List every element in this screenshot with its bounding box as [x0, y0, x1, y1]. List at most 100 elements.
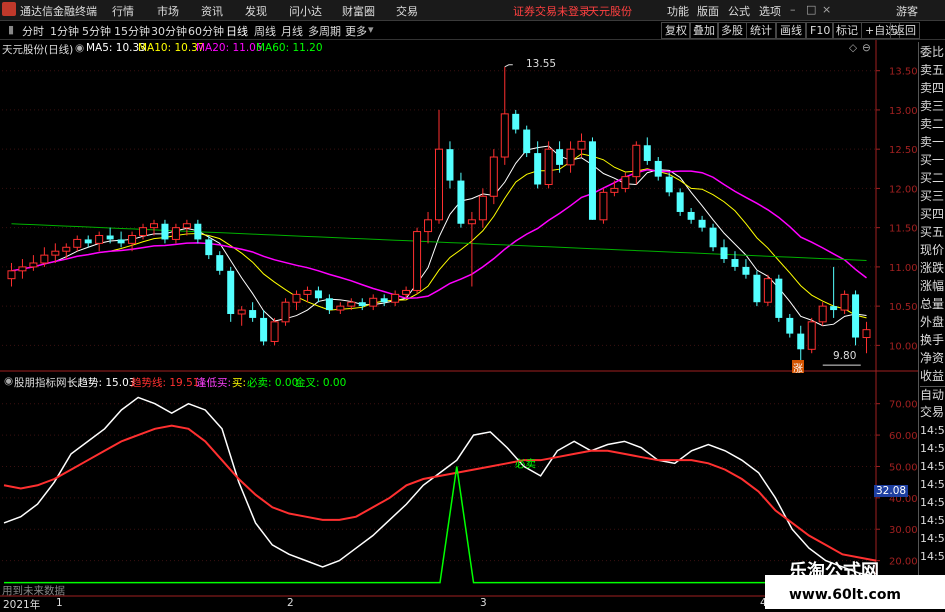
candle-body-up	[128, 235, 137, 244]
candle-body-down	[358, 302, 366, 307]
candle-body-down	[457, 180, 465, 224]
min-price-label: 9.80	[833, 350, 857, 362]
price-tick-label: 12.50	[889, 145, 918, 156]
candle-body-up	[621, 176, 630, 189]
candle-body-down	[797, 333, 805, 350]
must-sell-label: 必卖: 0.00	[247, 377, 299, 389]
candle-body-up	[40, 254, 49, 264]
rp-change-pct[interactable]: 涨幅	[920, 278, 945, 295]
max-marker	[504, 64, 513, 68]
indicator-line-1	[3, 424, 877, 562]
indicator-tick-label: 70.00	[889, 400, 918, 411]
rp-sell4[interactable]: 卖四	[920, 80, 945, 97]
diamond-icon[interactable]: ◇	[849, 42, 857, 54]
rp-sell3[interactable]: 卖三	[920, 98, 945, 115]
candle-body-up	[281, 301, 290, 323]
settings-circle-icon[interactable]: ◉	[75, 42, 84, 54]
candle-body-down	[588, 141, 596, 220]
candle-body-down	[249, 310, 257, 318]
indicator-line-2	[4, 466, 876, 584]
rp-time-7: 14:56	[920, 532, 945, 545]
candle-body-up	[369, 297, 378, 307]
candle-body-down	[534, 153, 542, 185]
rp-sell1[interactable]: 卖一	[920, 134, 945, 151]
ma5-label: MA5: 10.33	[86, 42, 146, 54]
rp-earnings[interactable]: 收益	[920, 368, 945, 385]
indicator-line-0	[3, 396, 877, 578]
candle-body-up	[149, 223, 158, 229]
rp-time-3: 14:56	[920, 460, 945, 473]
rp-buy3[interactable]: 买三	[920, 188, 945, 205]
price-panel-title: 天元股份(日线)	[2, 44, 74, 56]
rp-buy1[interactable]: 买一	[920, 152, 945, 169]
ma10-label: MA10: 10.37	[138, 42, 205, 54]
rp-sell5[interactable]: 卖五	[920, 62, 945, 79]
rp-change[interactable]: 涨跌	[920, 260, 945, 277]
rp-time-4: 14:56	[920, 478, 945, 491]
price-tick-label: 12.00	[889, 184, 918, 195]
candle-body-down	[227, 270, 235, 314]
candle-body-up	[435, 148, 443, 221]
quote-side-panel: 委比 卖五 卖四 卖三 卖二 卖一 买一 买二 买三 买四 买五 现价 涨跌 涨…	[918, 42, 945, 609]
x-label-feb: 2	[287, 597, 294, 609]
rp-net-asset[interactable]: 净资	[920, 350, 945, 367]
rp-turnover[interactable]: 换手	[920, 332, 945, 349]
ma60-label: MA60: 11.20	[256, 42, 323, 54]
candle-body-up	[347, 301, 356, 307]
candle-body-up	[478, 195, 487, 221]
site-watermark: 乐淘公式网 www.60lt.com	[765, 561, 945, 609]
watermark-url: www.60lt.com	[789, 587, 902, 603]
candle-body-up	[171, 227, 180, 240]
max-price-label: 13.55	[526, 58, 557, 70]
candle-body-up	[763, 278, 772, 303]
future-data-note: 用到未来数据	[2, 585, 65, 597]
price-tick-label: 11.50	[889, 224, 918, 235]
candle-body-down	[731, 259, 739, 267]
buy-low-label: 逢低买:	[196, 377, 232, 389]
candle-body-up	[413, 231, 422, 291]
rp-volume[interactable]: 总量	[920, 296, 945, 313]
candle-body-up	[18, 266, 27, 272]
candle-body-up	[599, 191, 608, 221]
rp-auto[interactable]: 自动	[920, 386, 945, 404]
cursor-value-badge: 32.08	[874, 485, 909, 497]
rp-sell2[interactable]: 卖二	[920, 116, 945, 133]
rp-price[interactable]: 现价	[920, 242, 945, 259]
rp-time-8: 14:56	[920, 550, 945, 563]
candle-body-up	[336, 305, 345, 311]
rp-buy2[interactable]: 买二	[920, 170, 945, 187]
sell-signal-label: 必卖	[515, 458, 536, 470]
candle-body-up	[51, 250, 60, 256]
rp-time-5: 14:56	[920, 496, 945, 509]
chart-canvas[interactable]: 10.00 10.50 11.00 11.50 12.00 12.50 13.00 13.50…	[0, 0, 918, 609]
price-tick-label: 10.00	[889, 341, 918, 352]
candle-body-down	[556, 149, 564, 165]
indicator-settings-icon[interactable]: ◉	[4, 375, 13, 387]
rp-outer[interactable]: 外盘	[920, 314, 945, 331]
candle-body-down	[709, 227, 717, 248]
candle-body-down	[654, 160, 662, 177]
candle-body-down	[720, 247, 728, 260]
candle-body-down	[325, 298, 333, 311]
candle-body-up	[424, 219, 433, 233]
x-label-jan: 1	[56, 597, 63, 609]
rp-weibi[interactable]: 委比	[920, 44, 945, 61]
rp-time-6: 14:56	[920, 514, 945, 527]
candle-body-up	[95, 235, 104, 244]
candle-body-down	[117, 239, 125, 244]
rp-buy5[interactable]: 买五	[920, 224, 945, 241]
candle-body-down	[852, 294, 860, 338]
candle-body-down	[84, 239, 92, 244]
candle-body-up	[29, 262, 38, 268]
watermark-title: 乐淘公式网	[789, 561, 879, 582]
limit-up-badge: 涨	[792, 360, 804, 375]
candle-body-up	[577, 140, 586, 150]
x-label-year: 2021年	[3, 599, 41, 611]
candle-body-down	[523, 129, 531, 154]
window-mode-icon[interactable]: ⊖	[862, 42, 871, 54]
rp-trade[interactable]: 交易	[920, 404, 945, 421]
candle-body-up	[500, 113, 509, 158]
candle-body-up	[292, 293, 301, 303]
rp-buy4[interactable]: 买四	[920, 206, 945, 223]
trend-line-label: 趋势线: 19.51	[131, 377, 200, 389]
